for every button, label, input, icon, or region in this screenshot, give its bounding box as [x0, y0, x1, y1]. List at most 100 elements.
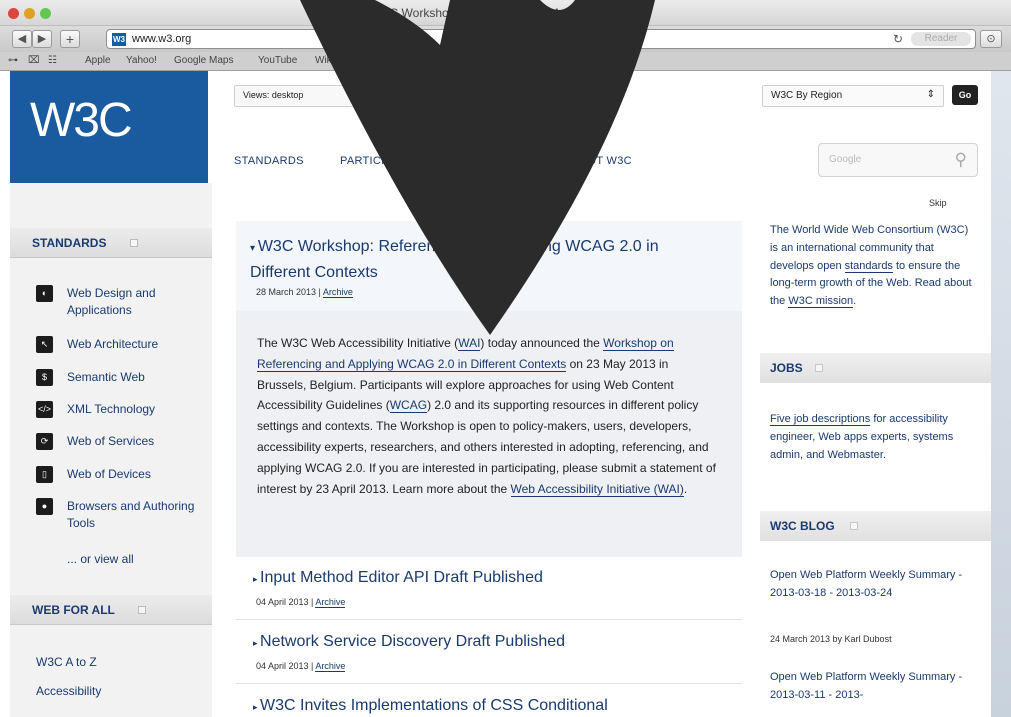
- region-select-value: W3C By Region: [771, 90, 843, 101]
- search-icon[interactable]: ⚲: [955, 150, 967, 170]
- sidebar-item-label: Web of Services: [67, 434, 155, 448]
- sidebar-item-label: Web of Devices: [67, 467, 151, 481]
- reading-list-icon[interactable]: ⊶: [8, 55, 18, 66]
- bookmark-wikipedia[interactable]: Wikipedia: [315, 55, 358, 66]
- views-label: Views:: [243, 90, 270, 100]
- sidebar-item-browsers[interactable]: ● Browsers and Authoring Tools: [36, 498, 211, 532]
- wai-initiative-link[interactable]: Web Accessibility Initiative (WAI): [510, 481, 684, 497]
- intro-text: The World Wide Web Consortium (W3C) is a…: [770, 222, 978, 311]
- top-sites-icon[interactable]: ☷: [48, 55, 57, 66]
- device-icon: ▯: [36, 466, 53, 483]
- views-selector[interactable]: Views: desktop: [234, 85, 414, 107]
- featured-title[interactable]: ▾ W3C Workshop: Referencing and Applying…: [250, 235, 720, 285]
- sidebar-link-accessibility[interactable]: Accessibility: [36, 683, 211, 700]
- browser-toolbar: ◀ ▶ + W3 www.w3.org ↻ Reader ⊙: [0, 26, 1011, 52]
- sidebar-item-web-design[interactable]: ◐ Web Design and Applications: [36, 285, 211, 319]
- bookmarks-bar: ⊶ ⌧ ☷ Apple Yahoo! Google Maps YouTube W…: [0, 52, 1011, 71]
- window-title: W3C Workshop: Referencing and Applying W…: [371, 6, 640, 20]
- news-meta: 04 April 2013 | Archive: [256, 597, 346, 608]
- url-text: www.w3.org: [132, 33, 192, 45]
- jobs-text: Five job descriptions for accessibility …: [770, 411, 978, 464]
- section-marker-icon: [130, 239, 138, 247]
- bookmark-google-maps[interactable]: Google Maps: [174, 55, 233, 66]
- sidebar-item-label: Web Architecture: [67, 337, 159, 351]
- section-marker-icon: [138, 606, 146, 614]
- web-for-all-heading: WEB FOR ALL: [10, 595, 212, 625]
- search-input[interactable]: Google ⚲: [818, 143, 978, 177]
- jobs-heading-text: JOBS: [770, 361, 803, 375]
- bookmark-news[interactable]: News: [405, 55, 430, 66]
- window-edge: [991, 71, 1011, 717]
- skip-link[interactable]: Skip: [929, 198, 947, 208]
- reader-button[interactable]: Reader: [911, 32, 971, 46]
- collapse-triangle-icon: ▾: [250, 243, 258, 254]
- featured-date: 28 March 2013: [256, 287, 317, 297]
- speech-icon: ●: [36, 498, 53, 515]
- bookmark-yahoo[interactable]: Yahoo!: [126, 55, 157, 66]
- go-button[interactable]: Go: [952, 85, 978, 105]
- divider: [236, 619, 742, 620]
- w3c-favicon-icon: W3: [112, 33, 126, 46]
- wcag-link[interactable]: WCAG: [389, 398, 428, 414]
- forward-button[interactable]: ▶: [32, 30, 52, 48]
- new-tab-button[interactable]: +: [60, 30, 80, 48]
- news-archive-link[interactable]: Archive: [315, 597, 346, 608]
- nav-participate[interactable]: PARTICIPATE: [340, 155, 413, 167]
- section-marker-icon: [815, 364, 823, 372]
- arrow-icon: ↖: [36, 336, 53, 353]
- blog-post-title[interactable]: Open Web Platform Weekly Summary - 2013-…: [770, 669, 978, 705]
- standards-link[interactable]: standards: [844, 259, 893, 273]
- web-for-all-heading-text: WEB FOR ALL: [32, 603, 115, 617]
- bookmarks-icon[interactable]: ⌧: [28, 55, 40, 66]
- blog-post-meta: 24 March 2013 by Karl Dubost: [770, 634, 892, 644]
- w3c-logo[interactable]: W3C: [10, 71, 208, 183]
- expand-triangle-icon: ▸: [253, 638, 261, 648]
- news-title-text: W3C Invites Implementations of CSS Condi…: [260, 697, 608, 714]
- expand-triangle-icon: ▸: [253, 702, 261, 712]
- view-all-link[interactable]: ... or view all: [67, 551, 242, 568]
- body-text: .: [683, 481, 688, 496]
- top-navigation: STANDARDS PARTICIPATE MEMBERSHIP ABOUT W…: [234, 155, 734, 171]
- news-title[interactable]: ▸ Network Service Discovery Draft Publis…: [253, 633, 565, 651]
- expand-triangle-icon: ▸: [253, 574, 261, 584]
- featured-body: The W3C Web Accessibility Initiative (WA…: [257, 333, 717, 499]
- news-meta: 04 April 2013 | Archive: [256, 661, 346, 672]
- featured-meta: 28 March 2013 | Archive: [256, 287, 353, 298]
- jobs-link[interactable]: Five job descriptions: [770, 413, 871, 426]
- news-title[interactable]: ▸ Input Method Editor API Draft Publishe…: [253, 569, 543, 587]
- news-date: 04 April 2013: [256, 597, 309, 607]
- nav-standards[interactable]: STANDARDS: [234, 155, 304, 167]
- standards-heading-text: STANDARDS: [32, 236, 107, 250]
- address-bar[interactable]: W3 www.w3.org ↻ Reader: [106, 29, 976, 49]
- sidebar-item-label: Semantic Web: [67, 370, 145, 384]
- blog-heading-text: W3C BLOG: [770, 519, 835, 533]
- nav-about-w3c[interactable]: ABOUT W3C: [564, 155, 632, 167]
- bookmark-youtube[interactable]: YouTube: [258, 55, 297, 66]
- w3c-mission-link[interactable]: W3C mission: [788, 295, 854, 309]
- browser-window: W3C Workshop: Referencing and Applying W…: [0, 0, 1011, 717]
- body-text: ) 2.0 and its supporting resources in di…: [257, 398, 716, 496]
- downloads-icon[interactable]: ⊙: [980, 30, 1002, 48]
- wai-link[interactable]: WAI: [458, 336, 481, 351]
- reload-icon[interactable]: ↻: [893, 32, 903, 46]
- back-button[interactable]: ◀: [12, 30, 32, 48]
- section-marker-icon: [850, 522, 858, 530]
- blog-post-title[interactable]: Open Web Platform Weekly Summary - 2013-…: [770, 567, 978, 603]
- sidebar-item-label: Web Design and Applications: [67, 286, 156, 317]
- region-select[interactable]: W3C By Region ⇕: [762, 85, 944, 107]
- intro-text-part: .: [853, 295, 857, 308]
- bookmark-popular[interactable]: Popular: [455, 55, 489, 66]
- logo-text: W3C: [30, 94, 133, 147]
- bookmark-apple[interactable]: Apple: [85, 55, 111, 66]
- nav-membership[interactable]: MEMBERSHIP: [446, 155, 523, 167]
- title-bar: W3C Workshop: Referencing and Applying W…: [0, 0, 1011, 26]
- left-sidebar: STANDARDS ◐ Web Design and Applications …: [10, 183, 212, 717]
- featured-archive-link[interactable]: Archive: [322, 287, 353, 298]
- news-archive-link[interactable]: Archive: [315, 661, 346, 672]
- web-page: W3C Views: desktop W3C By Region ⇕ Go ST…: [10, 71, 991, 717]
- news-title[interactable]: ▸ W3C Invites Implementations of CSS Con…: [253, 697, 608, 715]
- divider: [236, 683, 742, 684]
- sidebar-link-w3c-a-to-z[interactable]: W3C A to Z: [36, 654, 211, 671]
- featured-title-text: W3C Workshop: Referencing and Applying W…: [250, 238, 659, 281]
- news-title-text: Network Service Discovery Draft Publishe…: [260, 633, 566, 650]
